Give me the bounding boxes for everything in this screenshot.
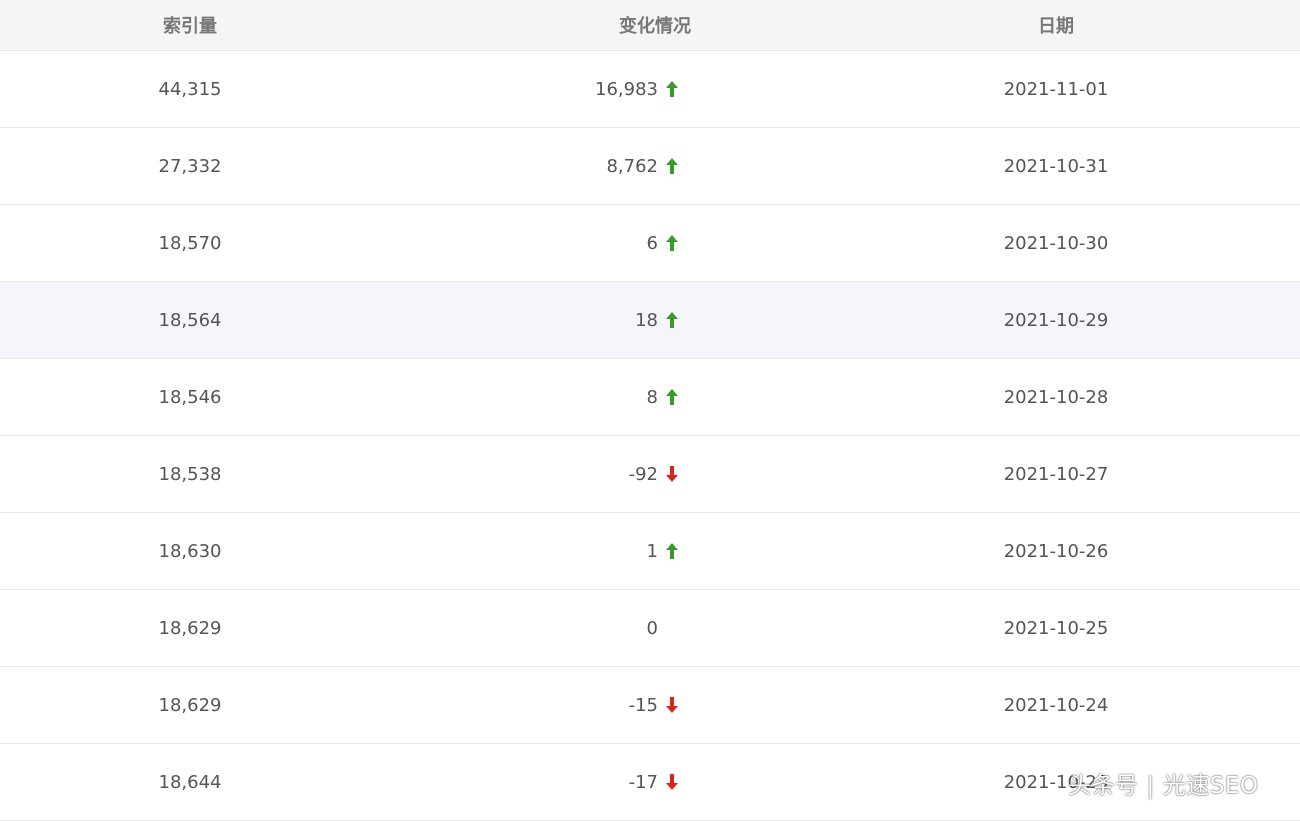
arrow-up-icon [664,234,680,252]
header-date[interactable]: 日期 [980,0,1132,50]
change-cell: 16,983 [480,51,680,127]
watermark: 头条号 | 光速SEO [1068,766,1259,800]
table-row[interactable]: 18,564 18 2021-10-29 [0,282,1300,359]
table-row[interactable]: 18,546 8 2021-10-28 [0,359,1300,436]
change-value: -17 [628,771,658,793]
change-cell: -15 [480,667,680,743]
arrow-up-icon [664,311,680,329]
arrow-up-icon [664,80,680,98]
table-row[interactable]: 18,629 0 2021-10-25 [0,590,1300,667]
watermark-separator: | [1146,773,1155,799]
index-value: 44,315 [158,78,222,100]
index-value: 18,629 [158,617,222,639]
index-value: 18,538 [158,463,222,485]
table-row[interactable]: 18,629 -15 2021-10-24 [0,667,1300,744]
date-value: 2021-10-25 [1003,617,1109,639]
change-cell: -17 [480,744,680,820]
watermark-author: 光速SEO [1162,773,1259,799]
arrow-down-icon [664,773,680,791]
date-value: 2021-10-24 [1003,694,1109,716]
index-value: 27,332 [158,155,222,177]
table-row[interactable]: 18,538 -92 2021-10-27 [0,436,1300,513]
change-value: 16,983 [595,78,658,100]
arrow-up-icon [664,542,680,560]
table-row[interactable]: 18,570 6 2021-10-30 [0,205,1300,282]
table-row[interactable]: 27,332 8,762 2021-10-31 [0,128,1300,205]
index-value: 18,629 [158,694,222,716]
change-value: 18 [635,309,658,331]
change-cell: 18 [480,282,680,358]
index-value: 18,644 [158,771,222,793]
header-change[interactable]: 变化情况 [560,0,750,50]
date-value: 2021-10-30 [1003,232,1109,254]
change-value: -92 [628,463,658,485]
change-value: -15 [628,694,658,716]
date-value: 2021-10-31 [1003,155,1109,177]
change-cell: 8,762 [480,128,680,204]
date-value: 2021-10-27 [1003,463,1109,485]
change-cell: 0 [480,590,680,666]
change-cell: 8 [480,359,680,435]
index-value: 18,564 [158,309,222,331]
change-cell: -92 [480,436,680,512]
change-value: 6 [646,232,658,254]
date-value: 2021-11-01 [1003,78,1109,100]
table-row[interactable]: 44,315 16,983 2021-11-01 [0,51,1300,128]
change-value: 1 [646,540,658,562]
arrow-up-icon [664,388,680,406]
header-index[interactable]: 索引量 [120,0,260,50]
no-change-spacer [664,619,680,637]
change-cell: 6 [480,205,680,281]
change-value: 8 [646,386,658,408]
index-table: 索引量 变化情况 日期 44,315 16,983 2021-11-01 27,332… [0,0,1300,821]
index-value: 18,546 [158,386,222,408]
table-body: 44,315 16,983 2021-11-01 27,332 8,762 2021-10… [0,51,1300,821]
date-value: 2021-10-26 [1003,540,1109,562]
watermark-source: 头条号 [1068,773,1139,799]
date-value: 2021-10-29 [1003,309,1109,331]
date-value: 2021-10-28 [1003,386,1109,408]
table-row[interactable]: 18,630 1 2021-10-26 [0,513,1300,590]
change-cell: 1 [480,513,680,589]
index-value: 18,630 [158,540,222,562]
arrow-down-icon [664,465,680,483]
arrow-down-icon [664,696,680,714]
change-value: 8,762 [606,155,658,177]
change-value: 0 [646,617,658,639]
arrow-up-icon [664,157,680,175]
index-value: 18,570 [158,232,222,254]
table-header: 索引量 变化情况 日期 [0,0,1300,51]
